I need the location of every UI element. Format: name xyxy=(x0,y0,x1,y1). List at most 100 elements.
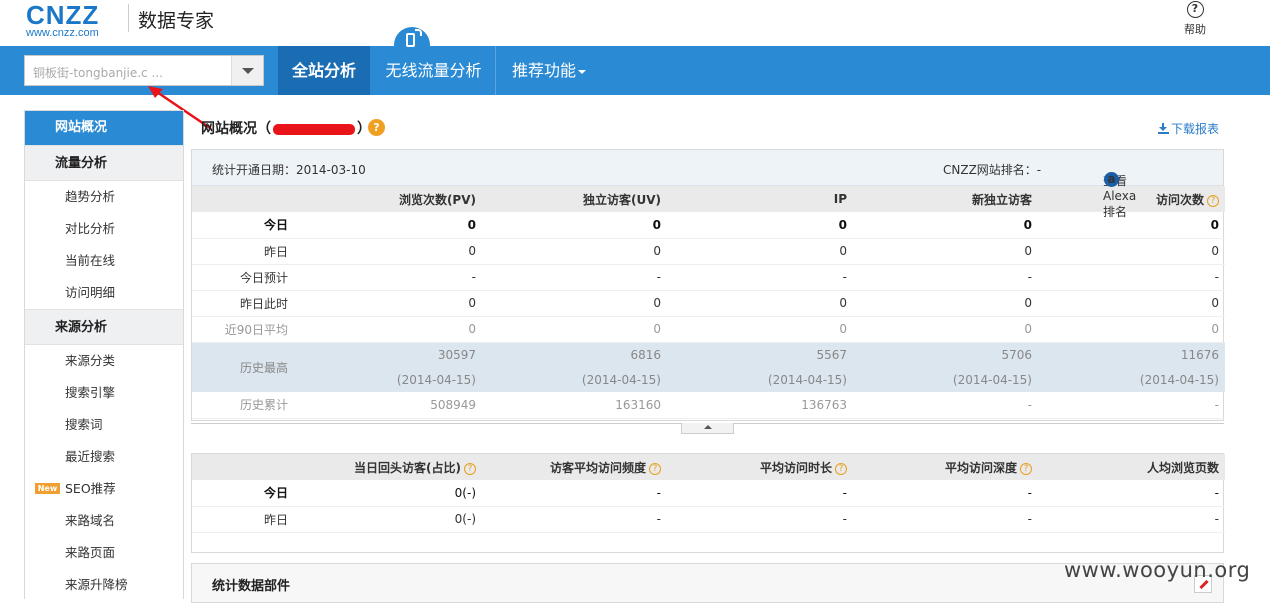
sidebar-item-online[interactable]: 当前在线 xyxy=(25,245,183,277)
header: CNZZ www.cnzz.com 数据专家 ? 帮助 xyxy=(0,0,1270,46)
table-row: 今日 0 0 0 0 0 xyxy=(192,212,1225,239)
table-cell-date: (2014-04-15) xyxy=(853,367,1038,392)
table-cell: - xyxy=(1038,392,1225,419)
table-row-history-max: 历史最高 30597 6816 5567 5706 11676 xyxy=(192,342,1225,392)
question-icon[interactable]: ? xyxy=(464,462,476,475)
table-row: 昨日此时 0 0 0 0 0 xyxy=(192,290,1225,317)
redacted-site-name xyxy=(273,123,355,135)
table-cell: - xyxy=(853,264,1038,291)
download-report-link[interactable]: 下载报表 xyxy=(1158,120,1219,137)
table-row-history-total: 历史累计 508949 163160 136763 - - xyxy=(192,392,1225,419)
table-cell: - xyxy=(482,264,667,291)
table-cell: 0 xyxy=(1038,316,1225,343)
table-cell: 0 xyxy=(482,290,667,317)
sidebar-item-site-overview[interactable]: 网站概况 xyxy=(25,111,183,145)
col-header: 当日回头访客(占比) xyxy=(354,460,461,475)
question-icon[interactable]: ? xyxy=(649,462,661,475)
sidebar-item-trend[interactable]: 趋势分析 xyxy=(25,181,183,213)
table-cell: 0(-) xyxy=(296,506,482,533)
visit-stats-panel: 当日回头访客(占比)? 访客平均访问频度? 平均访问时长? 平均访问深度? 人均… xyxy=(191,453,1225,553)
alexa-icon: a xyxy=(1104,172,1119,187)
header-blank xyxy=(192,454,296,480)
overview-panel: 统计开通日期：2014-03-10 CNZZ网站排名：- 查看Alexa排名a … xyxy=(191,149,1225,421)
table-cell: - xyxy=(667,264,853,291)
sidebar-item-referrer-page[interactable]: 来路页面 xyxy=(25,537,183,569)
visit-table-header: 当日回头访客(占比)? 访客平均访问频度? 平均访问时长? 平均访问深度? 人均… xyxy=(192,454,1225,480)
table-cell: - xyxy=(1038,506,1225,533)
table-row: 近90日平均 0 0 0 0 0 xyxy=(192,316,1225,343)
cnzz-logo[interactable]: CNZZ www.cnzz.com xyxy=(26,0,121,39)
sidebar-item-compare[interactable]: 对比分析 xyxy=(25,213,183,245)
logo-sub-text: www.cnzz.com xyxy=(26,27,99,39)
help-label: 帮助 xyxy=(1184,23,1206,36)
row-label: 昨日 xyxy=(192,238,296,265)
table-row: 昨日 0(-) - - - - xyxy=(192,506,1225,533)
mobile-signal-icon xyxy=(406,29,422,47)
table-cell: 0 xyxy=(853,316,1038,343)
table-cell: 0 xyxy=(296,316,482,343)
sidebar-item-source-category[interactable]: 来源分类 xyxy=(25,345,183,377)
new-badge: New xyxy=(35,483,60,494)
widget-title: 统计数据部件 xyxy=(212,579,291,594)
page-title-prefix: 网站概况（ xyxy=(201,121,271,137)
col-header-duration: 平均访问时长? xyxy=(667,454,853,480)
watermark: www.wooyun.org xyxy=(1064,558,1251,582)
tab-site-analysis[interactable]: 全站分析 xyxy=(278,46,370,95)
table-cell-date: (2014-04-15) xyxy=(667,367,853,392)
sidebar-item-visit-detail[interactable]: 访问明细 xyxy=(25,277,183,309)
table-cell-date: (2014-04-15) xyxy=(1038,367,1225,392)
table-cell-date: (2014-04-15) xyxy=(296,367,482,392)
sidebar-item-search-engine[interactable]: 搜索引擎 xyxy=(25,377,183,409)
row-label: 今日 xyxy=(192,480,296,507)
site-selector[interactable]: 铜板街-tongbanjie.c ... xyxy=(24,55,264,86)
table-cell: 0 xyxy=(1038,238,1225,265)
chevron-down-icon[interactable] xyxy=(231,56,263,85)
col-header: 独立访客(UV) xyxy=(482,186,667,212)
table-cell: 30597 xyxy=(296,342,482,367)
col-header: 人均浏览页数 xyxy=(1038,454,1225,480)
visit-stats-table: 当日回头访客(占比)? 访客平均访问频度? 平均访问时长? 平均访问深度? 人均… xyxy=(192,454,1225,533)
row-label: 昨日 xyxy=(192,506,296,533)
logo-main-text: CNZZ xyxy=(26,0,100,30)
collapse-toggle[interactable] xyxy=(681,423,734,434)
col-header: 平均访问时长 xyxy=(759,460,832,475)
col-header: 访问次数 xyxy=(1155,192,1204,207)
question-icon[interactable]: ? xyxy=(368,119,385,136)
table-cell: 0 xyxy=(667,212,853,239)
table-cell: 0 xyxy=(853,212,1038,239)
table-cell: 5706 xyxy=(853,342,1038,367)
col-header: 平均访问深度 xyxy=(944,460,1017,475)
row-label: 历史最高 xyxy=(192,342,296,392)
sidebar-item-search-keyword[interactable]: 搜索词 xyxy=(25,409,183,441)
table-row-history-max-dates: (2014-04-15) (2014-04-15) (2014-04-15) (… xyxy=(192,367,1225,392)
table-cell: - xyxy=(296,264,482,291)
table-cell: - xyxy=(853,506,1038,533)
sidebar-group-traffic[interactable]: 流量分析 xyxy=(25,145,183,181)
sidebar-item-recent-search[interactable]: 最近搜索 xyxy=(25,441,183,473)
question-icon[interactable]: ? xyxy=(1207,194,1219,207)
table-cell: 163160 xyxy=(482,392,667,419)
table-cell: 0 xyxy=(667,290,853,317)
sidebar-item-referrer-domain[interactable]: 来路域名 xyxy=(25,505,183,537)
sidebar-group-source[interactable]: 来源分析 xyxy=(25,309,183,345)
table-cell: 0 xyxy=(296,212,482,239)
col-header-return: 当日回头访客(占比)? xyxy=(296,454,482,480)
table-cell: - xyxy=(667,506,853,533)
col-header: 新独立访客 xyxy=(853,186,1038,212)
table-cell: 5567 xyxy=(667,342,853,367)
table-cell: - xyxy=(482,506,667,533)
question-icon[interactable]: ? xyxy=(1020,462,1032,475)
col-header: IP xyxy=(667,186,853,212)
table-row: 今日 0(-) - - - - xyxy=(192,480,1225,507)
tab-recommended[interactable]: 推荐功能 xyxy=(497,46,601,95)
sidebar-item-seo[interactable]: New SEO推荐 xyxy=(25,473,183,505)
row-label: 近90日平均 xyxy=(192,316,296,343)
tab-mobile-traffic[interactable]: 无线流量分析 xyxy=(372,46,496,95)
sidebar-item-source-ranking[interactable]: 来源升降榜 xyxy=(25,569,183,599)
table-cell: - xyxy=(1038,264,1225,291)
question-icon[interactable]: ? xyxy=(835,462,847,475)
table-cell: - xyxy=(853,392,1038,419)
help-button[interactable]: ? 帮助 xyxy=(1180,1,1210,37)
table-cell: 0 xyxy=(482,316,667,343)
row-label: 昨日此时 xyxy=(192,290,296,317)
